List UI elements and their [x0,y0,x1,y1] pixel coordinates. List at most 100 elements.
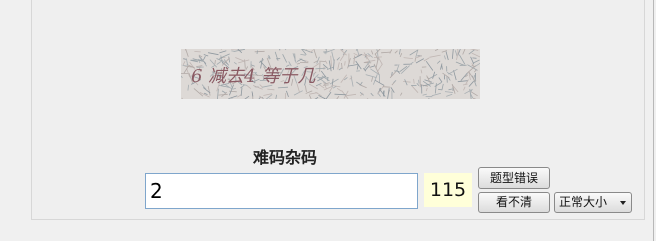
noise-stroke [457,80,468,83]
noise-stroke [441,83,444,91]
noise-stroke [203,56,206,61]
noise-stroke [330,55,332,67]
noise-stroke [331,51,335,63]
noise-stroke [371,77,373,82]
noise-stroke [462,83,468,86]
noise-stroke [181,75,183,79]
noise-stroke [422,93,427,96]
noise-stroke [432,71,436,79]
noise-stroke [414,57,416,62]
noise-stroke [254,50,265,53]
noise-stroke [229,90,237,93]
noise-stroke [424,79,433,83]
noise-stroke [339,53,346,62]
noise-stroke [404,79,408,86]
noise-stroke [231,98,233,99]
noise-stroke [438,77,443,83]
chevron-down-icon [620,201,626,205]
noise-stroke [458,54,466,65]
captcha-question: 6 减去4 等于几 [191,66,316,87]
noise-stroke [286,90,289,98]
noise-stroke [217,88,219,99]
noise-stroke [394,70,400,72]
noise-stroke [452,49,454,59]
noise-stroke [221,90,226,94]
answer-input[interactable] [145,173,418,209]
noise-stroke [183,58,187,60]
noise-stroke [274,51,279,61]
noise-stroke [470,91,478,97]
noise-stroke [244,95,250,99]
noise-stroke [420,69,423,74]
noise-stroke [203,54,209,57]
noise-stroke [399,53,403,58]
refresh-captcha-button[interactable]: 看不清 [478,192,550,213]
noise-stroke [336,57,340,61]
noise-stroke [431,92,442,97]
noise-stroke [185,49,189,57]
noise-stroke [469,49,479,51]
noise-stroke [441,65,443,70]
noise-stroke [445,51,449,61]
noise-stroke [394,50,398,54]
noise-stroke [329,78,339,85]
noise-stroke [320,70,326,77]
noise-stroke [315,91,322,97]
noise-stroke [208,52,219,56]
noise-stroke [346,93,357,97]
noise-stroke [193,88,204,97]
noise-stroke [219,50,227,54]
size-select[interactable]: 正常大小 [554,192,632,213]
noise-stroke [367,52,373,58]
noise-stroke [390,87,395,93]
noise-stroke [365,74,377,78]
noise-stroke [300,54,306,56]
noise-stroke [434,83,437,94]
noise-stroke [377,56,383,65]
noise-stroke [231,50,236,52]
noise-stroke [399,49,401,55]
noise-stroke [464,89,473,95]
noise-stroke [413,78,415,84]
noise-stroke [468,80,474,87]
noise-stroke [468,49,475,55]
noise-stroke [381,51,391,54]
noise-stroke [240,87,243,96]
noise-stroke [429,54,441,58]
noise-stroke [186,68,191,78]
noise-stroke [444,91,453,93]
noise-stroke [463,86,466,91]
noise-stroke [313,49,318,59]
noise-stroke [318,95,327,99]
captcha-heading: 难码杂码 [253,148,318,167]
report-error-button[interactable]: 题型错误 [478,167,550,189]
noise-stroke [220,49,223,50]
noise-stroke [353,52,359,57]
noise-stroke [267,88,275,91]
noise-stroke [251,91,254,97]
noise-stroke [438,88,442,91]
noise-stroke [400,92,403,96]
noise-stroke [411,85,419,93]
window-edge [653,0,654,241]
noise-stroke [323,86,332,91]
noise-stroke [389,49,393,54]
noise-stroke [422,82,434,87]
noise-stroke [453,70,457,81]
noise-stroke [228,95,238,99]
noise-stroke [471,52,480,58]
noise-stroke [337,62,340,70]
noise-stroke [376,63,383,73]
noise-stroke [425,87,428,92]
noise-stroke [305,49,307,50]
noise-stroke [389,71,397,79]
countdown-timer: 115 [424,173,472,207]
noise-stroke [428,98,430,99]
noise-stroke [218,93,228,96]
noise-stroke [448,68,458,75]
noise-stroke [415,58,424,64]
noise-stroke [182,65,187,67]
noise-stroke [187,84,189,91]
noise-stroke [382,86,391,88]
noise-stroke [284,49,287,51]
